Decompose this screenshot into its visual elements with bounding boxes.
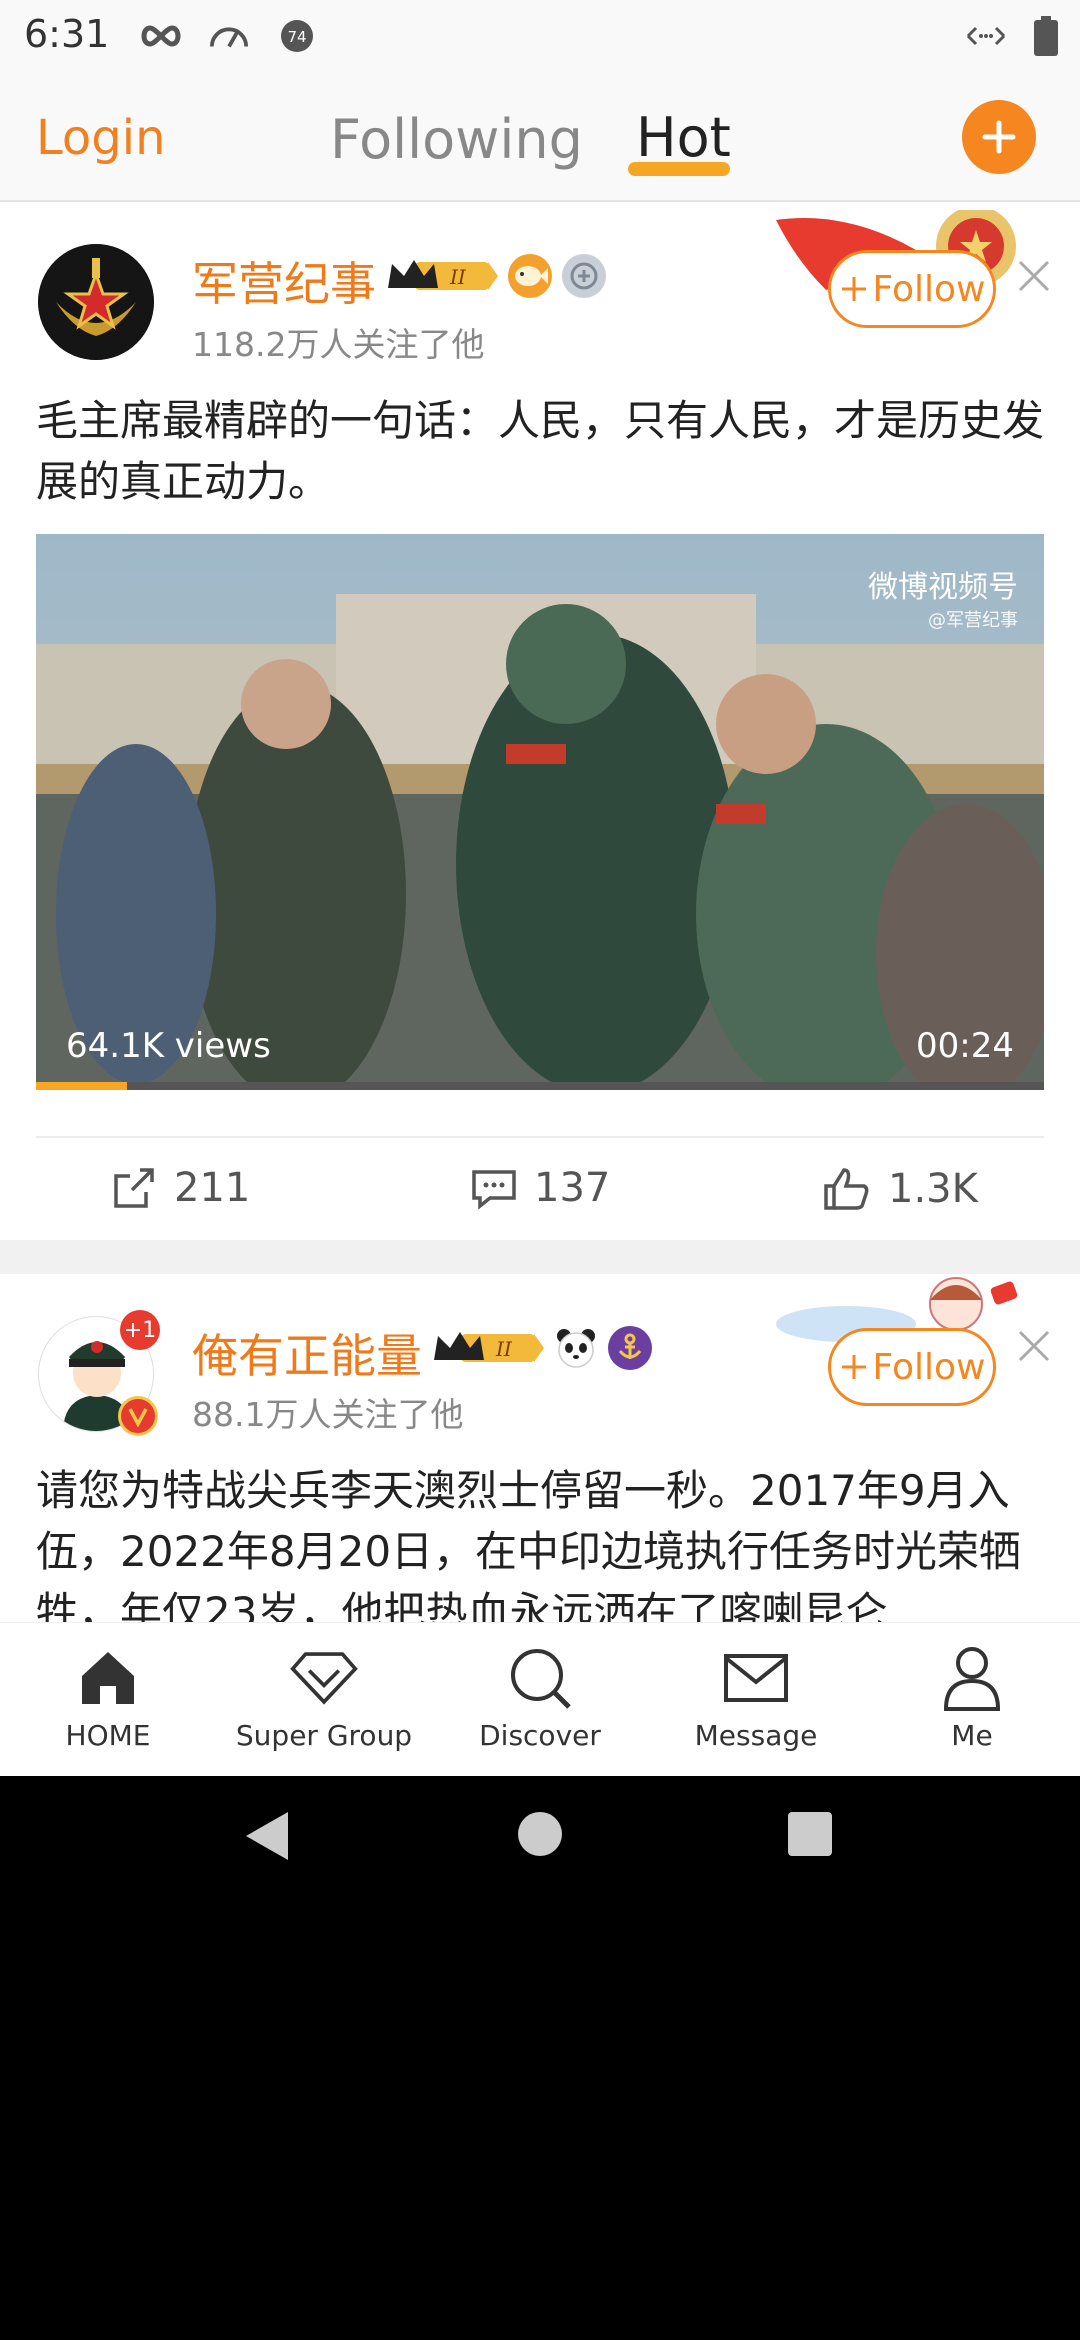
post-actions: 211 137 1.3K (0, 1164, 1080, 1228)
home-icon (73, 1643, 143, 1713)
medal-badge-icon (562, 254, 606, 298)
username[interactable]: 军营纪事 (192, 248, 376, 314)
verified-icon (118, 1396, 158, 1436)
battery-icon (1034, 16, 1058, 60)
back-icon[interactable] (244, 1810, 290, 1866)
speedometer-icon (208, 18, 250, 54)
follow-button[interactable]: Follow (828, 1328, 996, 1406)
close-icon[interactable] (1014, 256, 1054, 296)
search-icon (505, 1643, 575, 1713)
infinity-icon (140, 18, 182, 54)
comment-icon (472, 1170, 516, 1210)
follow-button[interactable]: Follow (828, 250, 996, 328)
panda-badge-icon (554, 1326, 598, 1370)
user-badges: II (430, 1326, 652, 1370)
follower-count: 88.1万人关注了他 (192, 1395, 464, 1434)
data-transfer-icon (964, 24, 1008, 52)
anchor-badge-icon (608, 1326, 652, 1370)
recents-icon[interactable] (786, 1810, 834, 1862)
active-tab-indicator (628, 162, 730, 176)
tab-super-group[interactable]: Super Group (216, 1623, 432, 1776)
feed-post: +1 俺有正能量 II 88.1万人关注了他 Follow 请您为特战尖兵李天澳… (0, 1274, 1080, 1654)
user-badges: II (384, 254, 606, 298)
username[interactable]: 俺有正能量 (192, 1320, 422, 1386)
tab-message[interactable]: Message (648, 1623, 864, 1776)
notification-badge-icon: 74 (276, 18, 318, 54)
video-views: 64.1K views (66, 1026, 271, 1066)
plus-icon (841, 1355, 866, 1379)
svg-text:II: II (495, 1337, 513, 1361)
follower-count: 118.2万人关注了他 (192, 325, 485, 364)
close-icon[interactable] (1014, 1326, 1054, 1366)
follow-decoration: Follow (766, 1274, 1026, 1414)
thumbs-up-icon (824, 1168, 869, 1210)
svg-text:74: 74 (287, 28, 306, 46)
vip-level-badge-icon: II (434, 1332, 544, 1362)
share-icon (114, 1168, 154, 1208)
tab-hot[interactable]: Hot (636, 106, 731, 169)
tab-label: Me (951, 1719, 993, 1752)
post-text[interactable]: 请您为特战尖兵李天澳烈士停留一秒。2017年9月入伍，2022年8月20日，在中… (36, 1460, 1046, 1643)
video-duration: 00:24 (916, 1026, 1014, 1066)
like-button[interactable]: 1.3K (822, 1164, 978, 1214)
app-screen: 6:31 74 Login Following Hot 军营纪事 II 118.… (0, 0, 1080, 1776)
top-navigation: Login Following Hot (0, 72, 1080, 202)
vip-level-badge-icon: II (388, 260, 498, 290)
post-text[interactable]: 毛主席最精辟的一句话：人民，只有人民，才是历史发展的真正动力。 (36, 390, 1046, 512)
video-progress-bar (36, 1082, 127, 1090)
envelope-icon (721, 1643, 791, 1713)
comment-count: 137 (534, 1165, 611, 1211)
tab-label: HOME (65, 1719, 151, 1752)
follow-decoration: Follow (766, 210, 1026, 350)
login-link[interactable]: Login (36, 110, 166, 166)
post-separator (0, 1240, 1080, 1274)
video-player[interactable]: 微博视频号 @军营纪事 64.1K views 00:24 (36, 534, 1044, 1090)
tab-label: Discover (479, 1719, 601, 1752)
diamond-icon (289, 1643, 359, 1713)
new-count-badge: +1 (120, 1310, 160, 1350)
bottom-tab-bar: HOME Super Group Discover Message Me (0, 1622, 1080, 1776)
tab-following[interactable]: Following (330, 108, 583, 171)
compose-button[interactable] (962, 100, 1036, 174)
video-progress-track (36, 1082, 1044, 1090)
tab-me[interactable]: Me (864, 1623, 1080, 1776)
svg-text:II: II (449, 265, 467, 289)
tab-label: Super Group (235, 1719, 413, 1752)
tab-home[interactable]: HOME (0, 1623, 216, 1776)
status-right-icons (964, 16, 1058, 60)
fish-badge-icon (508, 254, 552, 298)
comment-button[interactable]: 137 (470, 1164, 610, 1212)
home-circle-icon[interactable] (516, 1810, 564, 1862)
status-bar: 6:31 74 (0, 0, 1080, 72)
follow-label: Follow (872, 1346, 986, 1388)
video-watermark: 微博视频号 @军营纪事 (868, 570, 1018, 631)
repost-count: 211 (174, 1165, 251, 1211)
divider (36, 1136, 1044, 1138)
status-time: 6:31 (24, 12, 110, 56)
like-count: 1.3K (888, 1166, 978, 1212)
plus-icon (841, 277, 866, 301)
tab-label: Message (694, 1719, 818, 1752)
person-icon (937, 1643, 1007, 1713)
avatar[interactable] (38, 244, 154, 360)
repost-button[interactable]: 211 (110, 1164, 250, 1212)
status-left-icons: 74 (140, 18, 318, 54)
system-navigation-bar (0, 1776, 1080, 1916)
plus-icon (982, 120, 1016, 154)
tab-discover[interactable]: Discover (432, 1623, 648, 1776)
feed-post: 军营纪事 II 118.2万人关注了他 Follow 毛主席最精辟的一句话：人民… (0, 204, 1080, 1240)
follow-label: Follow (872, 268, 986, 310)
